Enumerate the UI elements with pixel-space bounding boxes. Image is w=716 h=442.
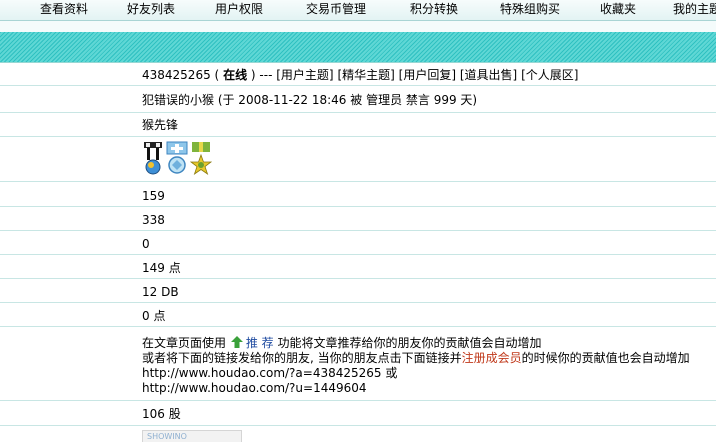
stat-value-2: 338 — [142, 213, 165, 227]
register-link[interactable]: 注册成会员 — [462, 351, 522, 365]
top-nav-bar: 查看资料 好友列表 用户权限 交易币管理 积分转换 特殊组购买 收藏夹 我的主题 — [0, 0, 716, 21]
recommend-arrow-icon — [230, 336, 243, 348]
profile-row-db: 12 DB — [0, 279, 716, 303]
ban-note: 犯错误的小猴 (于 2008-11-22 18:46 被 管理员 禁言 999 … — [142, 93, 478, 107]
banner-thumbnail: SHOWINO — [142, 430, 242, 442]
nav-friend-list[interactable]: 好友列表 — [127, 1, 175, 17]
profile-row-stat3: 0 — [0, 231, 716, 255]
promo-line1-suffix: 功能将文章推荐给你的朋友你的贡献值会自动增加 — [277, 336, 542, 350]
header-gap — [0, 21, 716, 32]
promo-line-1: 在文章页面使用 推 荐 功能将文章推荐给你的朋友你的贡献值会自动增加 — [142, 336, 716, 351]
profile-row-rank: 猴先锋 — [0, 113, 716, 137]
medal-ti-icon — [144, 142, 162, 175]
stat-value-3: 0 — [142, 237, 150, 251]
close-paren: ) — [250, 68, 256, 82]
referral-url-1[interactable]: http://www.houdao.com/?a=438425265 — [142, 366, 382, 380]
nav-my-topics[interactable]: 我的主题 — [673, 1, 716, 17]
link-user-topics[interactable]: [用户主题] — [276, 68, 333, 82]
profile-row-shares: 106 股 — [0, 401, 716, 426]
nav-favorites[interactable]: 收藏夹 — [600, 1, 636, 17]
url-or: 或 — [385, 366, 398, 380]
username: 438425265 — [142, 68, 211, 82]
referral-url-2[interactable]: http://www.houdao.com/?u=1449604 — [142, 381, 716, 396]
profile-row-medals — [0, 137, 716, 182]
nav-user-permissions[interactable]: 用户权限 — [215, 1, 263, 17]
promo-line1-prefix: 在文章页面使用 — [142, 336, 227, 350]
link-featured-topics[interactable]: [精华主题] — [337, 68, 394, 82]
promo-line-2: 或者将下面的链接发给你的朋友, 当你的朋友点击下面链接并注册成会员的时候你的贡献… — [142, 351, 716, 366]
shares-value: 106 股 — [142, 407, 181, 421]
promo-line2-prefix: 或者将下面的链接发给你的朋友, 当你的朋友点击下面链接并 — [142, 351, 462, 365]
profile-row-promo: 在文章页面使用 推 荐 功能将文章推荐给你的朋友你的贡献值会自动增加 或者将下面… — [0, 327, 716, 401]
stat-value-1: 159 — [142, 189, 165, 203]
open-paren: ( — [214, 68, 220, 82]
profile-row-zero-points: 0 点 — [0, 303, 716, 327]
profile-row-points: 149 点 — [0, 255, 716, 279]
link-personal-gallery[interactable]: [个人展区] — [521, 68, 578, 82]
profile-row-stat1: 159 — [0, 182, 716, 207]
link-user-replies[interactable]: [用户回复] — [399, 68, 456, 82]
nav-points-convert[interactable]: 积分转换 — [410, 1, 458, 17]
db-value: 12 DB — [142, 285, 179, 299]
recommend-button[interactable]: 推 荐 — [246, 336, 274, 350]
link-item-sales[interactable]: [道具出售] — [460, 68, 517, 82]
promo-text: 在文章页面使用 推 荐 功能将文章推荐给你的朋友你的贡献值会自动增加 或者将下面… — [142, 336, 716, 396]
medal-cross-icon — [166, 141, 188, 174]
profile-row-ban: 犯错误的小猴 (于 2008-11-22 18:46 被 管理员 禁言 999 … — [0, 86, 716, 113]
medal-star-icon — [190, 142, 212, 175]
nav-trade-currency[interactable]: 交易币管理 — [306, 1, 366, 17]
rank-title: 猴先锋 — [142, 118, 179, 132]
nav-special-group[interactable]: 特殊组购买 — [500, 1, 560, 17]
points-value: 149 点 — [142, 261, 181, 275]
profile-row-stat2: 338 — [0, 207, 716, 231]
profile-row-username: 438425265 ( 在线 ) --- [用户主题] [精华主题] [用户回复… — [0, 63, 716, 86]
zero-points-value: 0 点 — [142, 309, 166, 323]
header-band — [0, 32, 716, 63]
promo-line2-suffix: 的时候你的贡献值也会自动增加 — [521, 351, 690, 365]
separator: --- — [259, 68, 273, 82]
online-status: 在线 — [223, 68, 248, 82]
nav-view-profile[interactable]: 查看资料 — [40, 1, 88, 17]
promo-line-3: http://www.houdao.com/?a=438425265 或 — [142, 366, 716, 381]
